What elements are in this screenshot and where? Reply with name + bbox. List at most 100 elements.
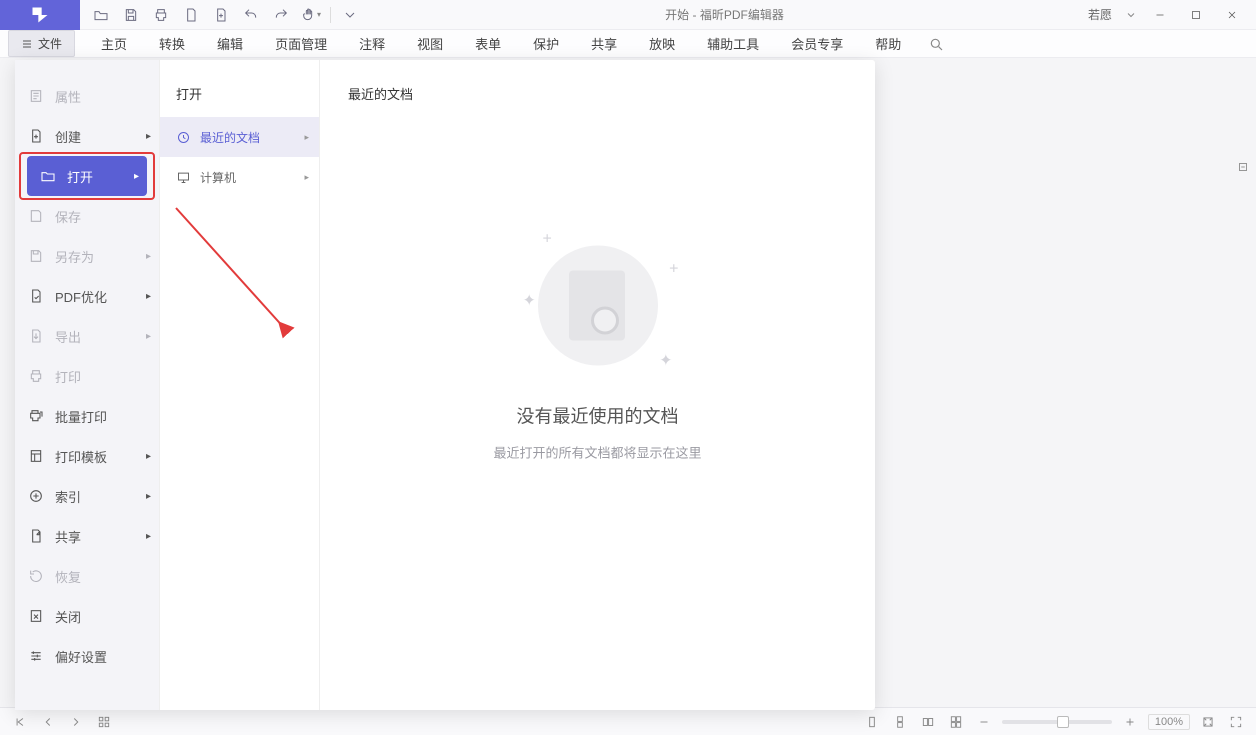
scrollbar-icon[interactable] xyxy=(1236,160,1250,174)
file-menu-optimize[interactable]: PDF优化 ▸ xyxy=(15,276,159,316)
page-icon[interactable] xyxy=(180,4,202,26)
ribbon-tab-comment[interactable]: 注释 xyxy=(343,34,401,53)
ribbon-tab-convert[interactable]: 转换 xyxy=(143,34,201,53)
open-sub-label: 最近的文档 xyxy=(200,129,260,146)
file-menu-print-template[interactable]: 打印模板 ▸ xyxy=(15,436,159,476)
ribbon-tab-vip[interactable]: 会员专享 xyxy=(775,34,859,53)
file-menu-restore[interactable]: 恢复 xyxy=(15,556,159,596)
open-folder-icon xyxy=(39,167,57,185)
page-prev-icon[interactable] xyxy=(38,712,58,732)
ribbon-tab-edit[interactable]: 编辑 xyxy=(201,34,259,53)
open-submenu: 打开 最近的文档 ▸ 计算机 ▸ xyxy=(160,60,320,710)
file-menu-label: 属性 xyxy=(55,87,81,106)
ribbon-tab-share[interactable]: 共享 xyxy=(575,34,633,53)
open-sub-computer[interactable]: 计算机 ▸ xyxy=(160,157,319,197)
save-icon[interactable] xyxy=(120,4,142,26)
ribbon-tab-pages[interactable]: 页面管理 xyxy=(259,34,343,53)
file-menu-open[interactable]: 打开 ▸ xyxy=(27,156,147,196)
user-name[interactable]: 若愿 xyxy=(1088,6,1112,23)
view-single-icon[interactable] xyxy=(862,712,882,732)
search-icon[interactable] xyxy=(925,33,947,55)
chevron-right-icon: ▸ xyxy=(146,251,151,262)
file-menu-share[interactable]: 共享 ▸ xyxy=(15,516,159,556)
file-menu-index[interactable]: 索引 ▸ xyxy=(15,476,159,516)
ribbon-tab-home[interactable]: 主页 xyxy=(85,34,143,53)
file-menu-label: 导出 xyxy=(55,327,81,346)
file-menu-label: 保存 xyxy=(55,207,81,226)
minimize-button[interactable] xyxy=(1144,3,1176,27)
file-menu-label: 批量打印 xyxy=(55,407,107,426)
fullscreen-icon[interactable] xyxy=(1226,712,1246,732)
redo-icon[interactable] xyxy=(270,4,292,26)
empty-title: 没有最近使用的文档 xyxy=(388,403,808,429)
hand-tool-icon[interactable]: ▾ xyxy=(300,4,322,26)
file-menu-properties[interactable]: 属性 xyxy=(15,76,159,116)
file-tab[interactable]: 文件 xyxy=(8,30,75,57)
ribbon-tab-slideshow[interactable]: 放映 xyxy=(633,34,691,53)
chevron-right-icon: ▸ xyxy=(146,331,151,342)
file-menu-create[interactable]: 创建 ▸ xyxy=(15,116,159,156)
index-icon xyxy=(27,487,45,505)
open-icon[interactable] xyxy=(90,4,112,26)
ribbon-tab-form[interactable]: 表单 xyxy=(459,34,517,53)
user-menu-chevron-icon[interactable] xyxy=(1122,6,1140,24)
file-menu-label: 创建 xyxy=(55,127,81,146)
chevron-right-icon: ▸ xyxy=(146,531,151,542)
file-menu-saveas[interactable]: 另存为 ▸ xyxy=(15,236,159,276)
share-icon xyxy=(27,527,45,545)
file-menu-label: 打印模板 xyxy=(55,447,107,466)
batch-print-icon xyxy=(27,407,45,425)
title-bar: ▾ 开始 - 福昕PDF编辑器 若愿 xyxy=(0,0,1256,30)
view-facing-cont-icon[interactable] xyxy=(946,712,966,732)
zoom-out-icon[interactable] xyxy=(974,712,994,732)
close-button[interactable] xyxy=(1216,3,1248,27)
open-sub-label: 计算机 xyxy=(200,169,236,186)
chevron-right-icon: ▸ xyxy=(304,172,309,183)
chevron-right-icon: ▸ xyxy=(146,491,151,502)
undo-icon[interactable] xyxy=(240,4,262,26)
page-first-icon[interactable] xyxy=(10,712,30,732)
new-page-icon[interactable] xyxy=(210,4,232,26)
page-next-icon[interactable] xyxy=(66,712,86,732)
recent-panel-title: 最近的文档 xyxy=(348,84,847,103)
fit-page-icon[interactable] xyxy=(1198,712,1218,732)
annotation-highlight: 打开 ▸ xyxy=(19,152,155,200)
open-sub-recent[interactable]: 最近的文档 ▸ xyxy=(160,117,319,157)
file-menu-preferences[interactable]: 偏好设置 xyxy=(15,636,159,676)
file-menu-label: 共享 xyxy=(55,527,81,546)
close-doc-icon xyxy=(27,607,45,625)
ribbon-tab-accessibility[interactable]: 辅助工具 xyxy=(691,34,775,53)
preferences-icon xyxy=(27,647,45,665)
file-menu-export[interactable]: 导出 ▸ xyxy=(15,316,159,356)
qat-dropdown-icon[interactable] xyxy=(339,4,361,26)
maximize-button[interactable] xyxy=(1180,3,1212,27)
view-facing-icon[interactable] xyxy=(918,712,938,732)
file-menu-sidebar: 属性 创建 ▸ 打开 ▸ 保存 另存为 ▸ PDF优化 ▸ xyxy=(15,60,160,710)
file-menu-save[interactable]: 保存 xyxy=(15,196,159,236)
zoom-in-icon[interactable] xyxy=(1120,712,1140,732)
optimize-icon xyxy=(27,287,45,305)
chevron-right-icon: ▸ xyxy=(134,171,139,182)
saveas-icon xyxy=(27,247,45,265)
zoom-value[interactable]: 100% xyxy=(1148,714,1190,730)
print-icon xyxy=(27,367,45,385)
open-panel-title: 打开 xyxy=(160,80,319,117)
thumbnails-icon[interactable] xyxy=(94,712,114,732)
chevron-right-icon: ▸ xyxy=(146,291,151,302)
restore-icon xyxy=(27,567,45,585)
chevron-right-icon: ▸ xyxy=(146,451,151,462)
file-menu-close[interactable]: 关闭 xyxy=(15,596,159,636)
ribbon-tab-protect[interactable]: 保护 xyxy=(517,34,575,53)
view-continuous-icon[interactable] xyxy=(890,712,910,732)
print-icon[interactable] xyxy=(150,4,172,26)
file-menu-batch-print[interactable]: 批量打印 xyxy=(15,396,159,436)
zoom-slider[interactable] xyxy=(1002,720,1112,724)
file-menu-label: 打印 xyxy=(55,367,81,386)
ribbon-tabs: 文件 主页 转换 编辑 页面管理 注释 视图 表单 保护 共享 放映 辅助工具 … xyxy=(0,30,1256,58)
file-menu-print[interactable]: 打印 xyxy=(15,356,159,396)
save-icon xyxy=(27,207,45,225)
file-menu-label: 关闭 xyxy=(55,607,81,626)
ribbon-tab-help[interactable]: 帮助 xyxy=(859,34,917,53)
file-menu-label: 另存为 xyxy=(55,247,94,266)
ribbon-tab-view[interactable]: 视图 xyxy=(401,34,459,53)
